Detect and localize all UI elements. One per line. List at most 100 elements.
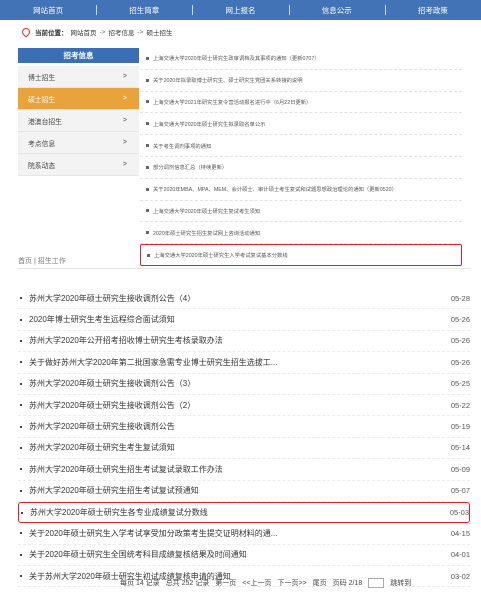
article-row[interactable]: 关于做好苏州大学2020年第二批国家急需专业博士研究生招生选拔工... 05-26	[18, 352, 470, 374]
pager-prev-link[interactable]: <<上一页	[242, 578, 271, 588]
section-breadcrumb[interactable]: 首页 | 招生工作	[18, 256, 66, 266]
nav-online-registration[interactable]: 网上报名	[192, 0, 288, 20]
news-item[interactable]: 上海交通大学2020年硕士研究生政审调档及其事项的通知（更新0707）	[140, 48, 462, 70]
news-item-title: 上海交通大学2020年硕士研究生拟录取名单公示	[153, 121, 266, 128]
sidebar-item-exam-site[interactable]: 考点信息 >	[18, 132, 139, 154]
news-item-title: 上海交通大学2020年硕士研究生入学考试复试基本分数线	[154, 253, 288, 260]
bullet-icon	[20, 361, 22, 364]
article-date: 05-22	[450, 400, 470, 410]
sidebar-item-master[interactable]: 硕士招生 >	[18, 88, 139, 110]
article-row[interactable]: 苏州大学2020年公开招考招收博士研究生考核录取办法 05-26	[18, 331, 470, 353]
chevron-right-icon: >	[122, 161, 127, 168]
bullet-icon	[146, 144, 149, 148]
article-row[interactable]: 苏州大学2020年硕士研究生招生考试复试录取工作办法 05-09	[18, 459, 470, 481]
chevron-right-icon: >	[122, 73, 127, 80]
pager-page-input[interactable]	[368, 578, 385, 588]
news-item-title: 上海交通大学2020年硕士研究生政审调档及其事项的通知（更新0707）	[153, 56, 320, 63]
article-title: 苏州大学2020年硕士研究生各专业成绩复试分数线	[30, 508, 208, 518]
article-row[interactable]: 苏州大学2020年硕士研究生接收调剂公告 05-19	[18, 416, 470, 438]
article-date: 04-01	[450, 550, 470, 560]
news-item[interactable]: 关于2020年MBA、MPA、MEM、会计硕士、审计硕士考生复试和试题思想政治理…	[140, 179, 462, 201]
article-row[interactable]: 关于2020年硕士研究生全国统考科目成绩复核结果及时间通知 04-01	[18, 545, 470, 567]
article-title: 苏州大学2020年硕士研究生招生考试复试预通知	[29, 486, 199, 496]
sidebar-title: 招考信息	[18, 48, 139, 63]
bullet-icon	[20, 532, 22, 535]
pager-next-link[interactable]: 下一页>>	[277, 578, 306, 588]
nav-admission-policy[interactable]: 招考政策	[384, 0, 481, 20]
bullet-icon	[20, 404, 22, 407]
pager-last-link[interactable]: 尾页	[313, 578, 327, 588]
article-title: 关于2020年硕士研究生入学考试享受加分政策考生提交证明材料的通...	[29, 528, 278, 538]
breadcrumb-link-admission-info[interactable]: 招考信息	[108, 27, 134, 37]
news-item[interactable]: 上海交通大学2020年硕士研究生复试考生须知	[140, 201, 462, 223]
sidebar-item-department-news[interactable]: 院系动态 >	[18, 154, 139, 176]
pager-jump-button[interactable]: 跳转到	[390, 578, 411, 588]
news-item-title: 2020年硕士研究生招生复试网上咨询活动通知	[153, 230, 261, 237]
sidebar-item-hk-macao-taiwan[interactable]: 港澳台招生 >	[18, 110, 139, 132]
pager-page-size: 每页 14 记录	[120, 580, 160, 587]
article-list: 苏州大学2020年硕士研究生接收调剂公告（4） 05-28 2020年博士研究生考…	[18, 288, 470, 588]
article-row-highlighted[interactable]: 苏州大学2020年硕士研究生各专业成绩复试分数线 05-03	[18, 501, 470, 524]
article-row[interactable]: 2020年博士研究生考生远程综合面试须知 05-26	[18, 309, 470, 331]
sidebar-item-label: 博士招生	[28, 74, 56, 82]
article-date: 05-26	[450, 315, 470, 325]
sidebar-item-label: 院系动态	[28, 162, 56, 170]
breadcrumb-link-home[interactable]: 网站首页	[71, 27, 97, 37]
article-title: 苏州大学2020年硕士研究生招生考试复试录取工作办法	[29, 464, 223, 474]
news-item-highlighted[interactable]: 上海交通大学2020年硕士研究生入学考试复试基本分数线	[140, 244, 462, 266]
nav-admission-guide[interactable]: 招生简章	[96, 0, 192, 20]
bullet-icon	[20, 425, 22, 428]
news-item[interactable]: 关于2020年拟录取博士研究生、硕士研究生党团关系转接的说明	[140, 70, 462, 92]
news-item[interactable]: 上海交通大学2021年研究生复令营活动报名进行中（6月22日更新）	[140, 92, 462, 114]
article-row[interactable]: 关于2020年硕士研究生入学考试享受加分政策考生提交证明材料的通... 04-15	[18, 523, 470, 545]
bullet-icon	[146, 100, 149, 104]
bullet-icon	[20, 382, 22, 385]
article-date: 03-02	[450, 571, 470, 581]
article-title: 苏州大学2020年硕士研究生接收调剂公告	[29, 422, 175, 432]
pager-current: 页码 2/18	[332, 580, 363, 587]
pager-first-link[interactable]: 第一页	[215, 578, 236, 588]
bullet-icon	[146, 122, 149, 126]
article-title: 关于做好苏州大学2020年第二批国家急需专业博士研究生招生选拔工...	[29, 357, 278, 367]
article-date: 05-19	[450, 422, 470, 432]
bullet-icon	[20, 318, 22, 321]
nav-info-publicity[interactable]: 信息公示	[288, 0, 385, 20]
news-item[interactable]: 关于考生调剂事项的通知	[140, 135, 462, 157]
article-row[interactable]: 苏州大学2020年硕士研究生接收调剂公告（3） 05-25	[18, 374, 470, 395]
article-title: 苏州大学2020年硕士研究生接收调剂公告（4）	[29, 293, 196, 303]
sidebar-item-label: 考点信息	[28, 140, 56, 148]
breadcrumb-separator: ->	[99, 28, 106, 36]
bullet-icon	[146, 165, 149, 169]
news-item[interactable]: 上海交通大学2020年硕士研究生拟录取名单公示	[140, 113, 462, 136]
news-item-title: 关于2020年拟录取博士研究生、硕士研究生党团关系转接的说明	[153, 78, 303, 85]
article-row[interactable]: 苏州大学2020年硕士研究生接收调剂公告（2） 05-22	[18, 395, 470, 417]
bullet-icon	[20, 575, 22, 578]
bullet-icon	[20, 468, 22, 471]
bullet-icon	[20, 553, 22, 556]
pager-total: 总共 252 记录	[165, 580, 210, 587]
bullet-icon	[20, 297, 22, 300]
article-row[interactable]: 苏州大学2020年硕士研究生考生复试须知 05-14	[18, 438, 470, 460]
article-date: 05-09	[450, 464, 470, 474]
article-row[interactable]: 苏州大学2020年硕士研究生招生考试复试预通知 05-07	[18, 481, 470, 502]
news-item[interactable]: 部分调剂信息汇总（持续更新）	[140, 157, 462, 179]
sidebar-item-phd[interactable]: 博士招生 >	[18, 66, 139, 88]
news-item-title: 上海交通大学2020年硕士研究生复试考生须知	[153, 208, 261, 215]
article-date: 05-03	[449, 508, 469, 518]
article-title: 苏州大学2020年公开招考招收博士研究生考核录取办法	[29, 336, 223, 346]
news-item[interactable]: 2020年硕士研究生招生复试网上咨询活动通知	[140, 222, 462, 245]
article-date: 05-07	[450, 486, 470, 496]
article-date: 04-15	[450, 528, 470, 538]
article-title: 苏州大学2020年硕士研究生考生复试须知	[29, 443, 175, 453]
sidebar: 招考信息 博士招生 > 硕士招生 > 港澳台招生 > 考点信息 > 院系动态 >	[18, 48, 139, 176]
chevron-right-icon: >	[122, 139, 127, 146]
article-date: 05-25	[450, 379, 470, 389]
news-list: 上海交通大学2020年硕士研究生政审调档及其事项的通知（更新0707） 关于20…	[140, 48, 462, 266]
nav-home[interactable]: 网站首页	[0, 0, 96, 20]
article-date: 05-26	[450, 357, 470, 367]
breadcrumb-link-master[interactable]: 硕士招生	[146, 27, 172, 37]
bullet-icon	[20, 446, 22, 449]
sidebar-item-label: 港澳台招生	[28, 118, 62, 126]
breadcrumb: 当前位置： 网站首页 -> 招考信息 -> 硕士招生	[20, 26, 172, 38]
article-row[interactable]: 苏州大学2020年硕士研究生接收调剂公告（4） 05-28	[18, 288, 470, 310]
